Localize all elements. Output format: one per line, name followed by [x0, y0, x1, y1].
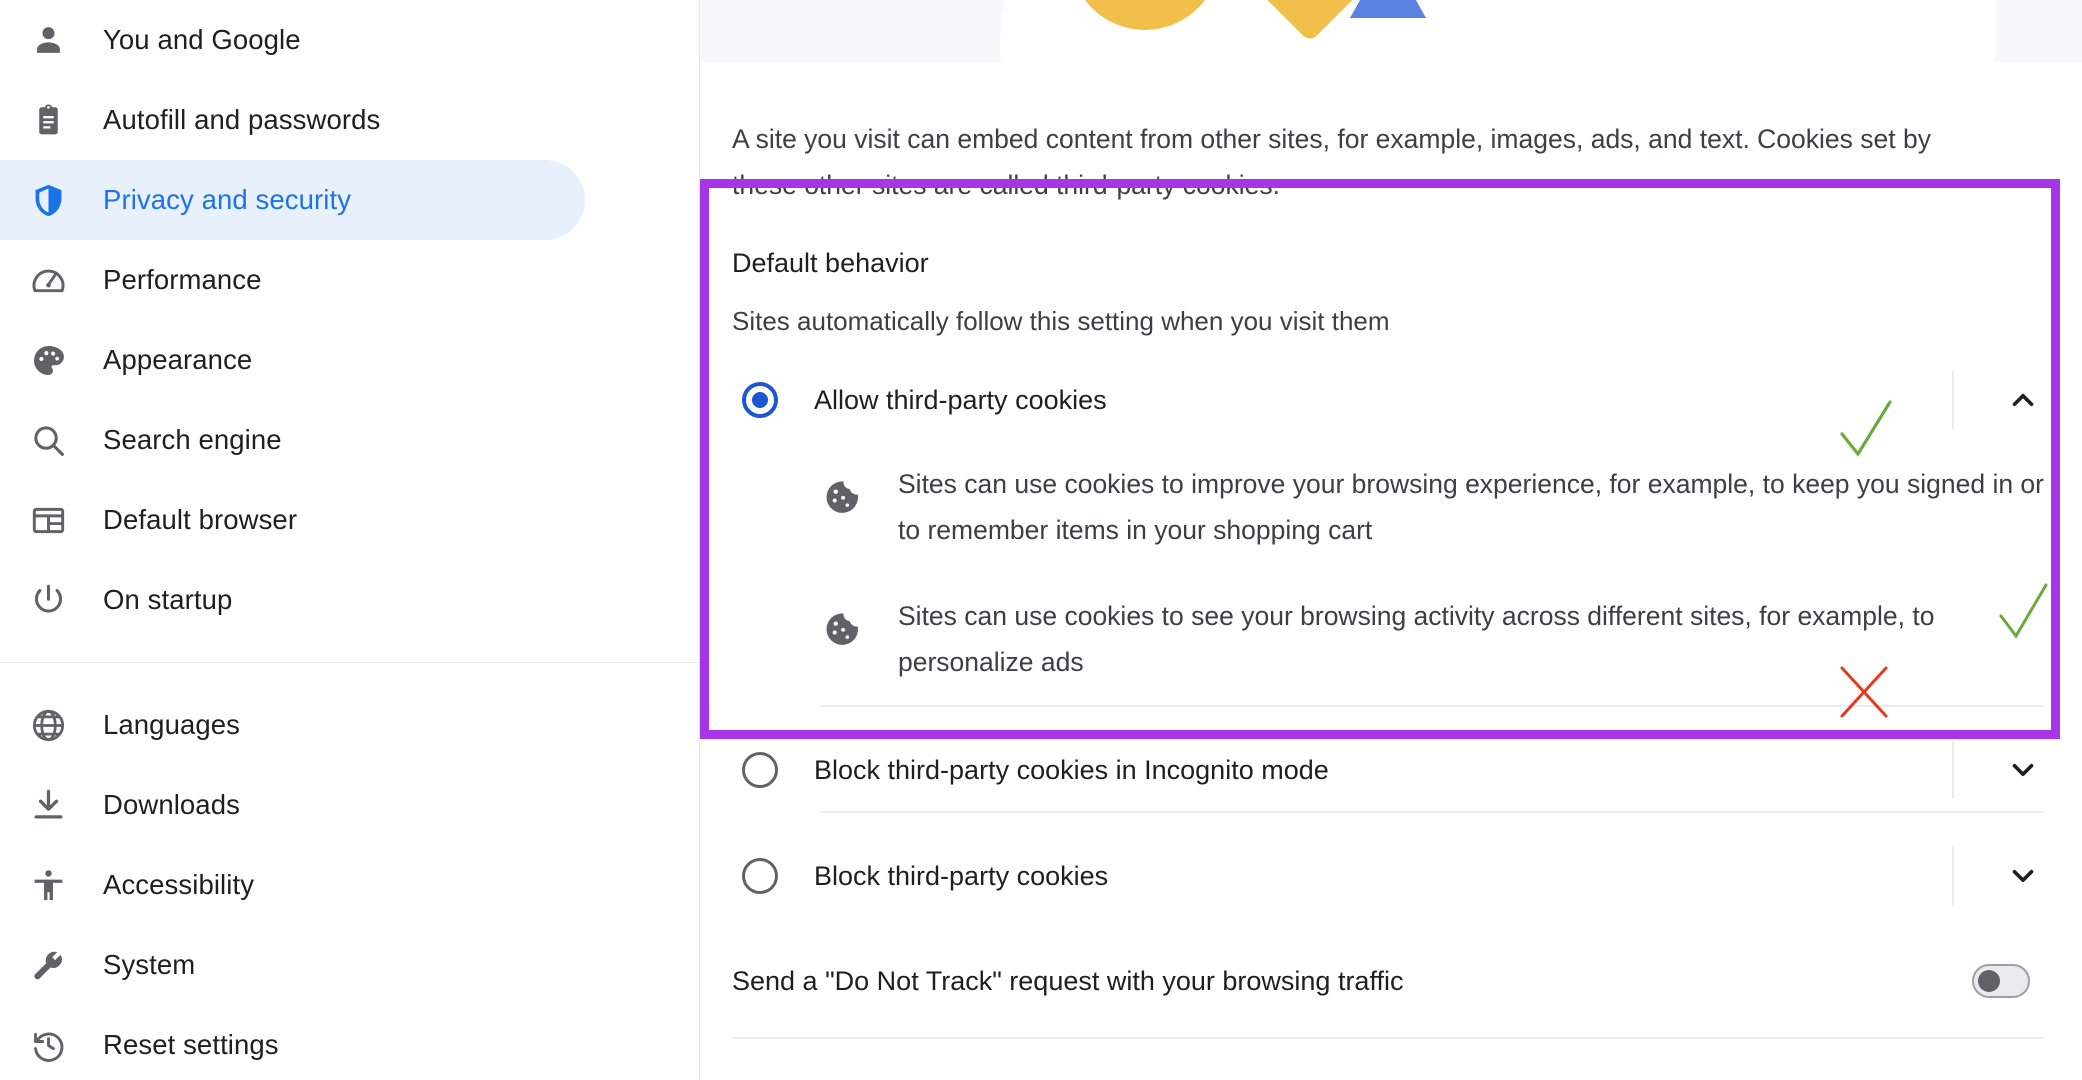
- sidebar-item-autofill-and-passwords[interactable]: Autofill and passwords: [0, 80, 585, 160]
- do-not-track-row[interactable]: Send a "Do Not Track" request with your …: [700, 935, 2082, 1027]
- row-separator: [1952, 371, 1954, 429]
- option-divider: [820, 811, 2044, 813]
- detail-text: Sites can use cookies to see your browsi…: [898, 601, 1935, 677]
- sidebar-item-search-engine[interactable]: Search engine: [0, 400, 585, 480]
- sidebar-item-default-browser[interactable]: Default browser: [0, 480, 585, 560]
- toggle-knob: [1978, 970, 2000, 992]
- radio-row-allow-third-party-cookies[interactable]: Allow third-party cookies: [732, 359, 2082, 441]
- shield-icon: [28, 180, 68, 220]
- sidebar-item-label: You and Google: [103, 24, 301, 55]
- radio-row-block-incognito[interactable]: Block third-party cookies in Incognito m…: [732, 729, 2082, 811]
- sidebar-item-reset-settings[interactable]: Reset settings: [0, 1005, 585, 1080]
- chevron-up-icon[interactable]: [2006, 383, 2040, 417]
- clipboard-icon: [28, 100, 68, 140]
- sidebar-item-privacy-and-security[interactable]: Privacy and security: [0, 160, 585, 240]
- search-icon: [28, 420, 68, 460]
- section-title: Default behavior: [732, 248, 929, 278]
- sidebar-divider: [0, 662, 700, 663]
- sidebar-group-primary: You and Google Autofill and passwords Priv…: [0, 0, 700, 640]
- cookie-icon: [820, 475, 864, 519]
- browser-window-icon: [28, 500, 68, 540]
- sidebar-item-label: Downloads: [103, 789, 240, 820]
- settings-sidebar: You and Google Autofill and passwords Priv…: [0, 0, 700, 1080]
- sidebar-item-label: System: [103, 949, 196, 980]
- sidebar-item-label: On startup: [103, 584, 233, 615]
- person-icon: [28, 20, 68, 60]
- hero-blue-triangle: [1350, 0, 1426, 18]
- option-divider: [820, 705, 2044, 707]
- sidebar-item-you-and-google[interactable]: You and Google: [0, 0, 585, 80]
- radio-label-allow-third-party-cookies: Allow third-party cookies: [814, 384, 1107, 415]
- detail-row-personalize-ads: Sites can use cookies to see your browsi…: [820, 573, 2082, 705]
- detail-text: Sites can use cookies to improve your br…: [898, 469, 2044, 545]
- sidebar-item-label: Privacy and security: [103, 184, 352, 215]
- wrench-icon: [28, 945, 68, 985]
- radio-row-block-third-party-cookies[interactable]: Block third-party cookies: [732, 835, 2082, 917]
- default-behavior-section: Default behavior Sites automatically fol…: [700, 208, 2082, 917]
- cookies-intro-text: A site you visit can embed content from …: [732, 124, 1931, 200]
- sidebar-item-on-startup[interactable]: On startup: [0, 560, 585, 640]
- palette-icon: [28, 340, 68, 380]
- sidebar-item-performance[interactable]: Performance: [0, 240, 585, 320]
- detail-row-improve-browsing: Sites can use cookies to improve your br…: [820, 441, 2082, 573]
- radio-allow-third-party-cookies[interactable]: [742, 382, 778, 418]
- sidebar-item-label: Languages: [103, 709, 241, 740]
- chevron-down-icon[interactable]: [2006, 859, 2040, 893]
- do-not-track-label: Send a "Do Not Track" request with your …: [732, 965, 1404, 996]
- sidebar-item-label: Performance: [103, 264, 262, 295]
- bottom-divider: [732, 1037, 2044, 1039]
- sidebar-item-label: Appearance: [103, 344, 253, 375]
- history-restore-icon: [28, 1025, 68, 1065]
- power-icon: [28, 580, 68, 620]
- do-not-track-toggle[interactable]: [1972, 964, 2030, 998]
- sidebar-item-label: Default browser: [103, 504, 298, 535]
- sidebar-item-appearance[interactable]: Appearance: [0, 320, 585, 400]
- sidebar-item-downloads[interactable]: Downloads: [0, 765, 585, 845]
- cookie-icon: [820, 607, 864, 651]
- radio-label-block-third-party-cookies: Block third-party cookies: [814, 860, 1109, 891]
- sidebar-item-accessibility[interactable]: Accessibility: [0, 845, 585, 925]
- radio-block-third-party-cookies[interactable]: [742, 858, 778, 894]
- speedometer-icon: [28, 260, 68, 300]
- row-separator: [1952, 847, 1954, 905]
- section-subtitle: Sites automatically follow this setting …: [732, 306, 1390, 336]
- sidebar-item-label: Accessibility: [103, 869, 255, 900]
- chevron-down-icon[interactable]: [2006, 753, 2040, 787]
- sidebar-item-label: Autofill and passwords: [103, 104, 381, 135]
- sidebar-item-label: Reset settings: [103, 1029, 279, 1060]
- radio-block-third-party-cookies-incognito[interactable]: [742, 752, 778, 788]
- download-icon: [28, 785, 68, 825]
- globe-icon: [28, 705, 68, 745]
- sidebar-group-secondary: Languages Downloads Accessibility System Res…: [0, 685, 700, 1080]
- radio-label-block-incognito: Block third-party cookies in Incognito m…: [814, 754, 1329, 785]
- sidebar-item-languages[interactable]: Languages: [0, 685, 585, 765]
- sidebar-item-system[interactable]: System: [0, 925, 585, 1005]
- cookies-hero-illustration: [700, 0, 2082, 62]
- row-separator: [1952, 741, 1954, 799]
- sidebar-item-label: Search engine: [103, 424, 282, 455]
- settings-main-panel: A site you visit can embed content from …: [700, 0, 2082, 1080]
- accessibility-icon: [28, 865, 68, 905]
